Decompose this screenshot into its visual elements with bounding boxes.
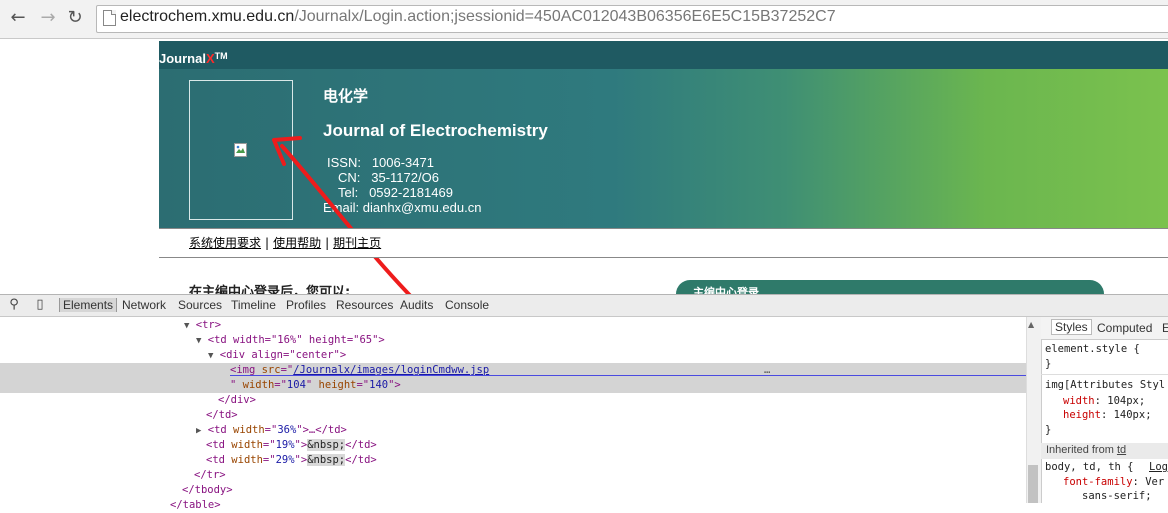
dom-node-td2[interactable]: ▶ <td width="36%">…</td> <box>196 423 347 438</box>
device-mode-icon[interactable]: ▯ <box>32 297 48 313</box>
dom-node-td1[interactable]: ▼ <td width="16%" height="65"> <box>196 333 385 348</box>
dom-node-img[interactable]: <img src="/Journalx/images/loginCmdww.js… <box>230 363 489 378</box>
img-attr-close: } <box>1045 424 1052 436</box>
tab-event-listeners[interactable]: E <box>1162 321 1168 335</box>
dom-node-td3[interactable]: <td width="19%">&nbsp;</td> <box>206 438 377 453</box>
tab-styles[interactable]: Styles <box>1051 319 1092 335</box>
help-link[interactable]: 使用帮助 <box>273 236 321 250</box>
tab-elements[interactable]: Elements <box>59 298 118 312</box>
tab-console[interactable]: Console <box>445 298 489 312</box>
banner-nav-links: 系统使用要求 | 使用帮助 | 期刊主页 <box>189 236 382 250</box>
dom-ellipsis: … <box>764 364 771 376</box>
element-style-rule[interactable]: element.style { <box>1045 342 1140 357</box>
styles-divider <box>1041 374 1168 375</box>
dom-node-tbody-close[interactable]: </tbody> <box>182 483 233 498</box>
scroll-up-icon[interactable]: ▲ <box>1028 320 1034 329</box>
height-declaration[interactable]: height: 140px; <box>1063 408 1152 423</box>
tab-resources[interactable]: Resources <box>336 298 393 312</box>
devtools-tabbar <box>0 295 1168 317</box>
tab-audits[interactable]: Audits <box>400 298 433 312</box>
dom-node-tr[interactable]: ▼ <tr> <box>184 318 221 333</box>
element-style-close: } <box>1045 358 1052 370</box>
dom-node-td-close[interactable]: </td> <box>206 408 238 423</box>
tab-sources[interactable]: Sources <box>178 298 222 312</box>
font-family-declaration[interactable]: font-family: Ver <box>1063 475 1164 490</box>
dom-node-div-close[interactable]: </div> <box>218 393 256 408</box>
img-attr-rule[interactable]: img[Attributes Styl <box>1045 378 1165 393</box>
tab-network[interactable]: Network <box>122 298 166 312</box>
tab-profiles[interactable]: Profiles <box>286 298 326 312</box>
dom-scroll-thumb[interactable] <box>1028 465 1038 503</box>
tab-timeline[interactable]: Timeline <box>231 298 276 312</box>
dom-node-table-close[interactable]: </table> <box>170 498 221 513</box>
system-requirements-link[interactable]: 系统使用要求 <box>189 236 261 250</box>
dom-node-img-attrs: " width="104" height="140"> <box>230 379 401 391</box>
dom-node-div[interactable]: ▼ <div align="center"> <box>208 348 346 363</box>
inherited-label: Inherited from td <box>1046 444 1127 456</box>
img-src-link[interactable]: /Journalx/images/loginCmdww.jsp <box>293 364 489 376</box>
journal-home-link[interactable]: 期刊主页 <box>333 236 381 250</box>
width-declaration[interactable]: width: 104px; <box>1063 394 1145 409</box>
font-family-continuation: sans-serif; <box>1082 490 1152 502</box>
inspect-icon[interactable]: ⚲ <box>6 297 22 313</box>
dom-node-td4[interactable]: <td width="29%">&nbsp;</td> <box>206 453 377 468</box>
dom-tree: ▼ <tr> ▼ <td width="16%" height="65"> ▼ … <box>0 317 1026 511</box>
stylesheet-link[interactable]: Log <box>1149 460 1168 475</box>
dom-node-tr-close[interactable]: </tr> <box>194 468 226 483</box>
body-td-th-rule[interactable]: body, td, th { <box>1045 460 1134 475</box>
tab-computed[interactable]: Computed <box>1097 321 1152 335</box>
